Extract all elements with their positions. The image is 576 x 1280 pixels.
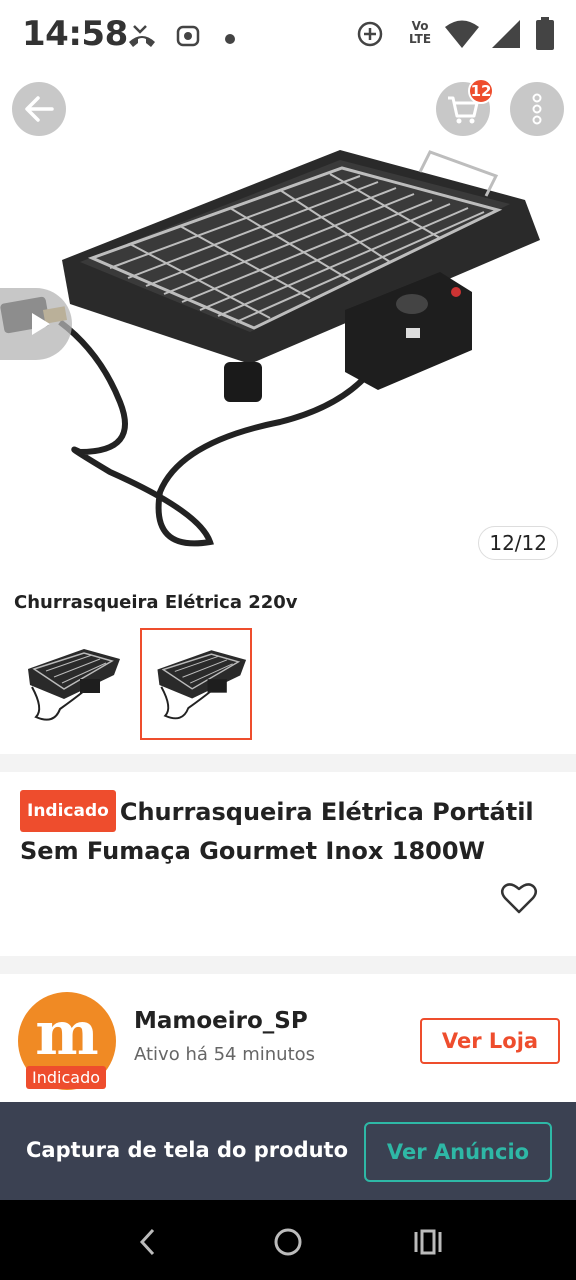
arrow-left-icon bbox=[25, 96, 54, 122]
system-nav-bar bbox=[0, 1200, 576, 1280]
variant-title: Churrasqueira Elétrica 220v bbox=[14, 592, 298, 613]
nav-recents-icon bbox=[414, 1229, 442, 1255]
gallery-side-button[interactable] bbox=[0, 288, 72, 360]
cart-count-badge: 12 bbox=[468, 78, 494, 104]
play-icon bbox=[32, 313, 50, 335]
screenshot-banner: Captura de tela do produto Ver Anúncio bbox=[0, 1102, 576, 1200]
missed-call-icon bbox=[126, 22, 158, 54]
wifi-icon bbox=[444, 18, 480, 54]
product-image-gallery[interactable]: 12 12/12 bbox=[0, 72, 576, 580]
section-divider bbox=[0, 956, 576, 974]
recommended-badge: Indicado bbox=[20, 790, 116, 832]
heart-icon bbox=[501, 883, 537, 914]
shop-recommended-badge: Indicado bbox=[26, 1066, 107, 1089]
nav-recents-button[interactable] bbox=[408, 1222, 448, 1262]
variant-thumbnail-1[interactable] bbox=[12, 628, 124, 740]
battery-icon bbox=[534, 16, 556, 56]
image-counter: 12/12 bbox=[478, 526, 558, 560]
section-divider bbox=[0, 754, 576, 772]
variant-thumbnail-2[interactable] bbox=[140, 628, 252, 740]
view-shop-button[interactable]: Ver Loja bbox=[420, 1018, 560, 1064]
thumbnail-image bbox=[28, 649, 120, 721]
more-button[interactable] bbox=[510, 82, 564, 136]
volte-icon: Vo LTE bbox=[408, 19, 432, 46]
cart-button[interactable]: 12 bbox=[436, 78, 494, 136]
view-listing-button[interactable]: Ver Anúncio bbox=[364, 1122, 552, 1182]
dot-icon bbox=[224, 30, 236, 49]
back-button[interactable] bbox=[12, 82, 66, 136]
status-bar: 14:58 Vo LTE bbox=[0, 0, 576, 72]
thumbnail-image bbox=[157, 650, 247, 720]
favorite-button[interactable] bbox=[500, 880, 538, 920]
status-time: 14:58 bbox=[22, 14, 128, 54]
nav-home-button[interactable] bbox=[268, 1222, 308, 1262]
nav-back-icon bbox=[139, 1228, 155, 1256]
more-vertical-icon bbox=[532, 93, 542, 125]
shop-active-status: Ativo há 54 minutos bbox=[134, 1044, 316, 1065]
shop-name[interactable]: Mamoeiro_SP bbox=[134, 1008, 308, 1034]
nav-home-icon bbox=[274, 1228, 302, 1256]
data-saver-icon bbox=[356, 20, 384, 52]
shop-avatar-letter: m bbox=[35, 999, 99, 1069]
product-title-block: Indicado Churrasqueira Elétrica Portátil … bbox=[20, 790, 560, 870]
banner-text: Captura de tela do produto bbox=[26, 1138, 349, 1162]
product-image bbox=[0, 150, 540, 547]
media-icon bbox=[176, 24, 200, 52]
nav-back-button[interactable] bbox=[128, 1222, 168, 1262]
signal-icon bbox=[490, 18, 522, 54]
